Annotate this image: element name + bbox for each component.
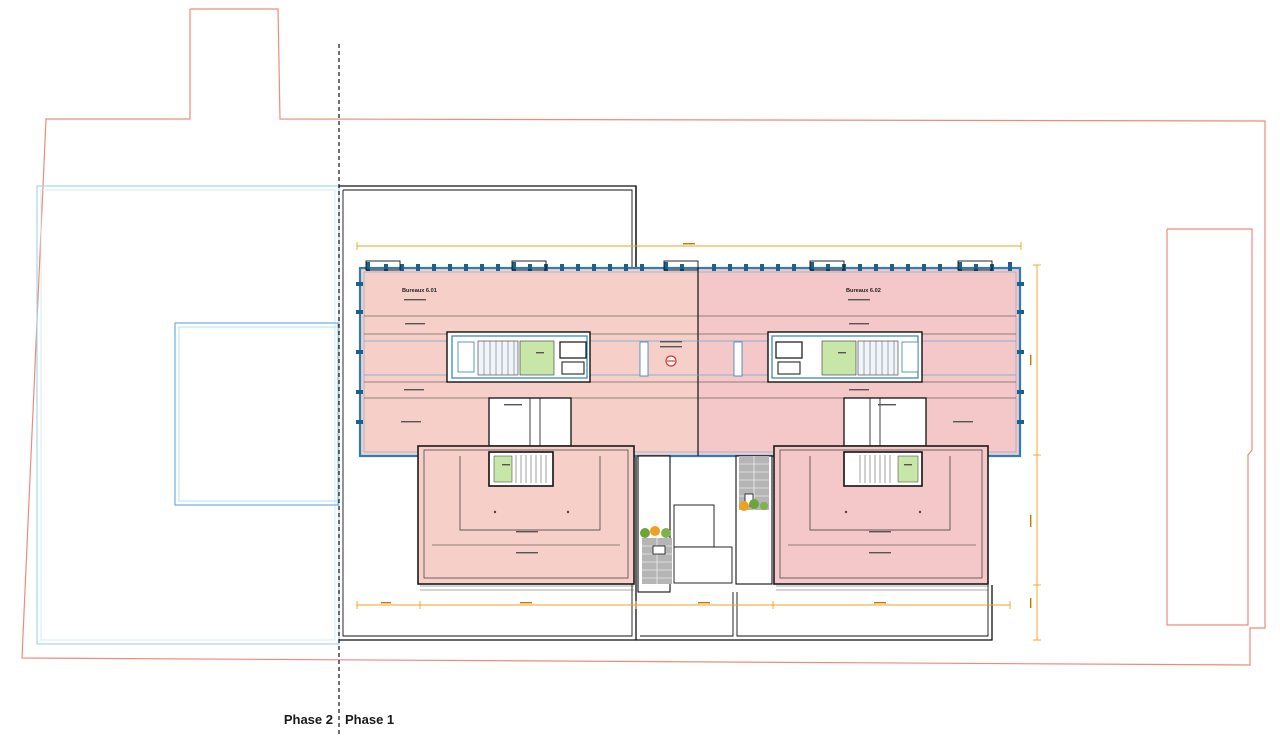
shaft-center-b	[733, 341, 743, 377]
phase2-courtyard-inner	[178, 326, 339, 502]
tree-icon	[749, 499, 759, 509]
wet-wing-west	[493, 455, 513, 483]
site-boundary-annex	[1166, 228, 1253, 626]
room-label-office-a: Bureaux 6.01	[402, 288, 437, 294]
column-dot	[493, 510, 497, 514]
phase1-outline-east-inner	[640, 592, 734, 637]
phase2-outline-inner	[40, 189, 336, 641]
wet-room-east	[821, 340, 857, 376]
column-dot	[844, 510, 848, 514]
phase2-outline	[36, 185, 340, 645]
bench-west	[652, 545, 666, 555]
lift-east-b	[777, 361, 801, 375]
room-label-office-b: Bureaux 6.02	[846, 288, 881, 294]
phase1-outline-east-inner-b	[736, 585, 989, 637]
shaft-center-a	[639, 341, 649, 377]
lift-west-b	[561, 361, 585, 375]
wet-room-west	[519, 340, 555, 376]
phase-2-label: Phase 2	[283, 712, 333, 727]
lift-west	[559, 341, 587, 359]
skylight-center-b	[673, 546, 733, 584]
tree-icon	[661, 528, 671, 538]
shaft-east	[901, 341, 919, 373]
floor-plan: Bureaux 6.01 Bureaux 6.02	[21, 8, 1266, 736]
tree-icon	[760, 502, 768, 510]
wet-wing-east	[897, 455, 919, 483]
tree-icon	[739, 501, 749, 511]
phase2-courtyard	[174, 322, 339, 506]
facade-hatch-west	[420, 585, 634, 591]
column-dot	[566, 510, 570, 514]
shaft-west	[457, 341, 475, 373]
phase-1-label: Phase 1	[345, 712, 395, 727]
lift-east	[775, 341, 803, 359]
column-dot	[918, 510, 922, 514]
facade-hatch-east	[776, 585, 988, 591]
skylight-center	[673, 504, 715, 548]
phase1-outline-east	[636, 585, 993, 641]
tree-icon	[640, 528, 650, 538]
tree-icon	[650, 526, 660, 536]
